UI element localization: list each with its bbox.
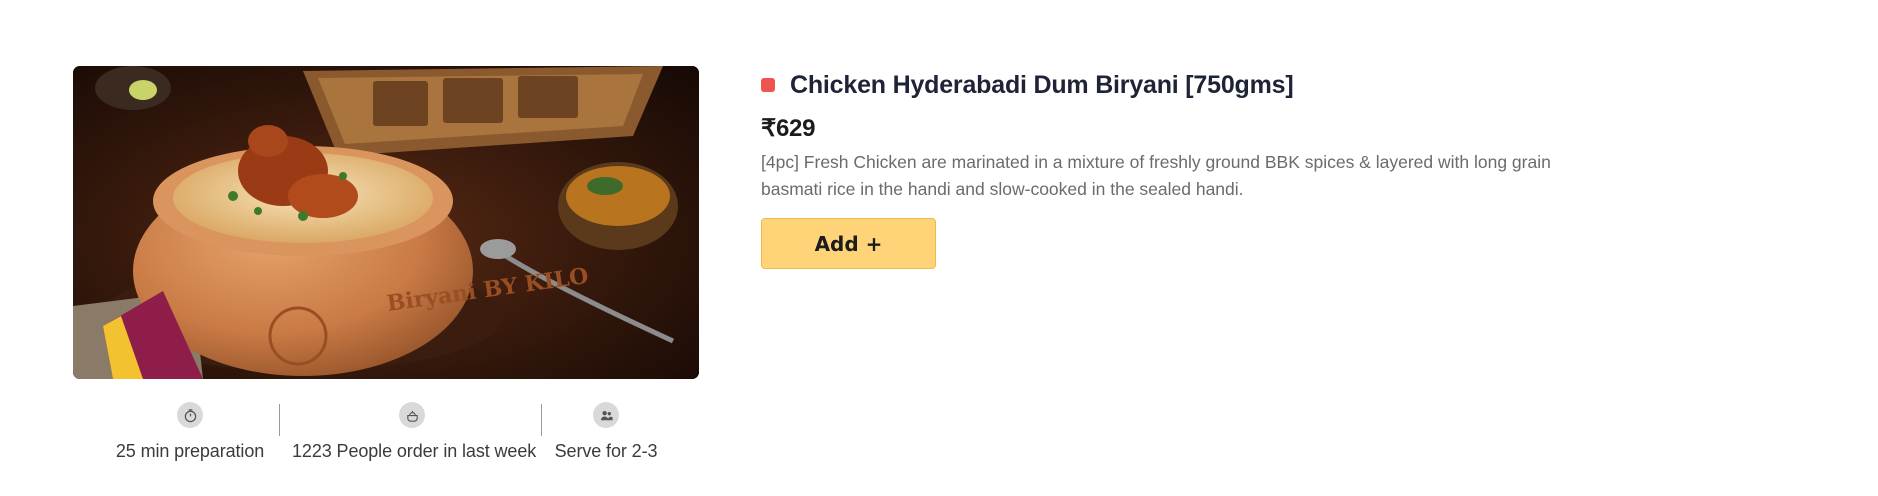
add-to-cart-button[interactable]: Add + bbox=[761, 218, 936, 269]
biryani-photo: Biryani BY KILO bbox=[73, 66, 699, 379]
meta-serves: Serve for 2-3 bbox=[551, 402, 661, 462]
product-details: Chicken Hyderabadi Dum Biryani [750gms] … bbox=[761, 68, 1561, 269]
product-meta: 25 min preparation 1223 People order in … bbox=[95, 402, 695, 472]
divider bbox=[279, 404, 280, 436]
meta-preparation-time: 25 min preparation bbox=[95, 402, 285, 462]
product-title: Chicken Hyderabadi Dum Biryani [750gms] bbox=[790, 70, 1294, 99]
stopwatch-icon bbox=[177, 402, 203, 428]
meta-label: Serve for 2-3 bbox=[554, 441, 658, 461]
product-image: Biryani BY KILO bbox=[73, 66, 699, 379]
non-veg-marker-icon bbox=[761, 78, 775, 92]
meta-order-count: 1223 People order in last week bbox=[292, 402, 537, 462]
divider bbox=[541, 404, 542, 436]
cooking-pot-icon bbox=[399, 402, 425, 428]
product-price: ₹629 bbox=[761, 115, 816, 142]
product-description: [4pc] Fresh Chicken are marinated in a m… bbox=[761, 152, 1551, 199]
meta-label: 25 min preparation bbox=[115, 441, 265, 461]
meta-label: 1223 People order in last week bbox=[292, 441, 537, 461]
title-row: Chicken Hyderabadi Dum Biryani [750gms] bbox=[761, 68, 1561, 102]
people-icon bbox=[593, 402, 619, 428]
